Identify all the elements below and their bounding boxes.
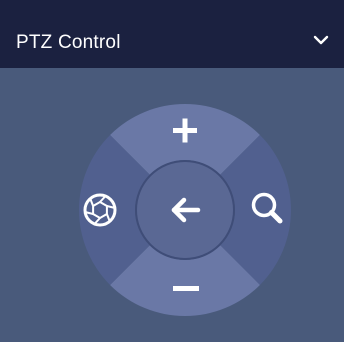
ptz-control-panel: PTZ Control bbox=[0, 0, 346, 342]
minus-icon bbox=[173, 286, 199, 291]
ptz-dial bbox=[79, 104, 291, 316]
